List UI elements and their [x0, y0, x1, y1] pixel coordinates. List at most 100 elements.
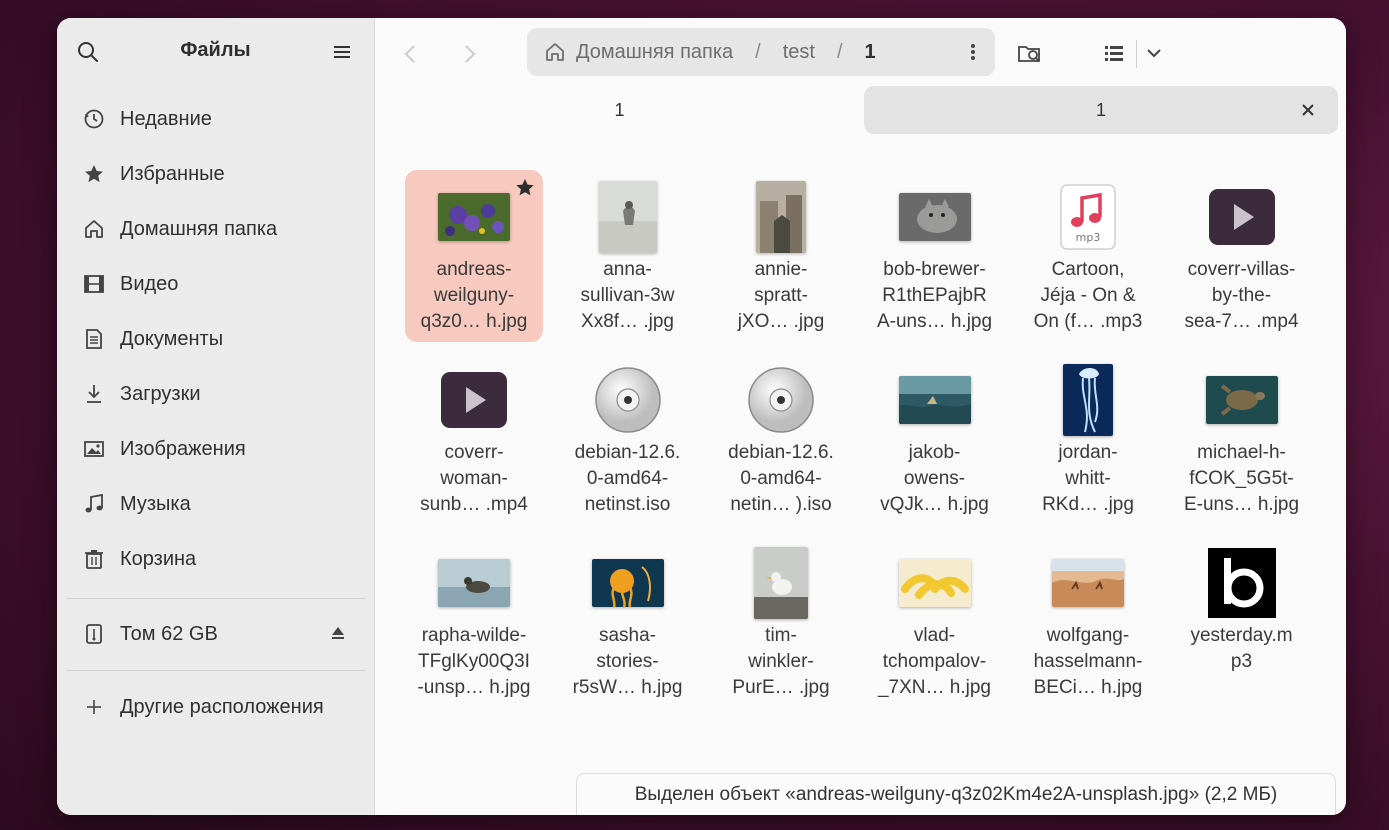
- path-bar[interactable]: Домашняя папка / test / 1: [527, 28, 995, 76]
- sidebar-divider: [67, 670, 365, 671]
- sidebar-item-label: Другие расположения: [120, 695, 324, 718]
- sidebar-item-label: Избранные: [120, 162, 225, 185]
- file-name: michael-h- fCOK_5G5t- E-uns… h.jpg: [1183, 442, 1300, 515]
- image-thumbnail: [866, 357, 1004, 443]
- tab-1[interactable]: 1: [375, 88, 864, 132]
- forward-arrow-icon[interactable]: [455, 40, 483, 68]
- usb-drive-icon: [81, 621, 107, 647]
- sidebar-item-recent[interactable]: Недавние: [81, 99, 361, 139]
- file-item[interactable]: coverr- woman- sunb… .mp4: [405, 353, 543, 525]
- back-arrow-icon[interactable]: [397, 40, 425, 68]
- sidebar-item-label: Документы: [120, 327, 224, 350]
- audio-file-icon: mp3: [1019, 174, 1157, 260]
- trash-icon: [81, 546, 107, 572]
- disc-image-icon: [712, 357, 850, 443]
- tab-label: 1: [1095, 99, 1106, 120]
- file-name: debian-12.6. 0-amd64- netin… ).iso: [728, 442, 834, 515]
- tab-1-active[interactable]: 1: [864, 86, 1338, 134]
- disc-image-icon: [559, 357, 697, 443]
- file-item[interactable]: wolfgang- hasselmann- BECi… h.jpg: [1019, 536, 1157, 708]
- eject-icon[interactable]: [329, 624, 347, 642]
- sidebar-item-label: Видео: [120, 272, 179, 295]
- more-options-icon[interactable]: [969, 40, 977, 64]
- sidebar-item-starred[interactable]: Избранные: [81, 154, 361, 194]
- chevron-down-icon: [1147, 49, 1161, 58]
- star-icon: [81, 161, 107, 187]
- sidebar-header: Файлы: [57, 18, 374, 86]
- file-item[interactable]: tim- winkler- PurE… .jpg: [712, 536, 850, 708]
- app-title: Файлы: [180, 39, 251, 61]
- sidebar-item-label: Изображения: [120, 437, 246, 460]
- image-thumbnail: [1173, 357, 1311, 443]
- video-file-icon: [405, 357, 543, 443]
- sidebar-item-label: Корзина: [120, 547, 197, 570]
- sidebar-item-music[interactable]: Музыка: [81, 484, 361, 524]
- file-name: jakob- owens- vQJk… h.jpg: [880, 442, 989, 515]
- file-name: vlad- tchompalov- _7XN… h.jpg: [877, 625, 991, 698]
- main-pane: Домашняя папка / test / 1 1 1 andreas- w…: [375, 18, 1346, 815]
- document-icon: [81, 326, 107, 352]
- file-item[interactable]: andreas- weilguny- q3z0… h.jpg: [405, 170, 543, 342]
- file-name: anna- sullivan-3w Xx8f… .jpg: [580, 259, 675, 332]
- file-item[interactable]: rapha-wilde- TFglKy00Q3I -unsp… h.jpg: [405, 536, 543, 708]
- breadcrumb-home[interactable]: Домашняя папка: [574, 41, 735, 64]
- file-item[interactable]: mp3 Cartoon, Jéja - On & On (f… .mp3: [1019, 170, 1157, 342]
- download-icon: [81, 381, 107, 407]
- sidebar-item-video[interactable]: Видео: [81, 264, 361, 304]
- sidebar-item-home[interactable]: Домашняя папка: [81, 209, 361, 249]
- file-item[interactable]: annie- spratt- jXO… .jpg: [712, 170, 850, 342]
- file-name: rapha-wilde- TFglKy00Q3I -unsp… h.jpg: [417, 625, 531, 698]
- close-tab-icon[interactable]: [1298, 100, 1318, 120]
- audio-file-icon: [1173, 540, 1311, 626]
- sidebar-item-label: Домашняя папка: [120, 217, 278, 240]
- video-icon: [81, 271, 107, 297]
- music-icon: [81, 491, 107, 517]
- file-name: tim- winkler- PurE… .jpg: [732, 625, 830, 698]
- view-options-button[interactable]: [1137, 36, 1171, 70]
- file-item[interactable]: coverr-villas- by-the- sea-7… .mp4: [1173, 170, 1311, 342]
- file-item[interactable]: vlad- tchompalov- _7XN… h.jpg: [866, 536, 1004, 708]
- image-thumbnail: [1019, 357, 1157, 443]
- breadcrumb-separator: /: [755, 40, 761, 63]
- image-thumbnail: [712, 540, 850, 626]
- image-thumbnail: [866, 540, 1004, 626]
- breadcrumb-current[interactable]: 1: [863, 41, 878, 64]
- files-window: Файлы Недавние Избранные Домашняя папка: [57, 18, 1346, 815]
- list-view-button[interactable]: [1097, 36, 1131, 70]
- file-name: wolfgang- hasselmann- BECi… h.jpg: [1033, 625, 1143, 698]
- file-name: coverr-villas- by-the- sea-7… .mp4: [1184, 259, 1299, 332]
- plus-icon: [81, 694, 107, 720]
- sidebar-item-volume[interactable]: Том 62 GB: [81, 614, 361, 654]
- sidebar: Файлы Недавние Избранные Домашняя папка: [57, 18, 375, 815]
- image-thumbnail: [866, 174, 1004, 260]
- home-icon: [81, 216, 107, 242]
- file-item[interactable]: jordan- whitt- RKd… .jpg: [1019, 353, 1157, 525]
- image-thumbnail: [712, 174, 850, 260]
- file-item[interactable]: yesterday.m p3: [1173, 536, 1311, 708]
- file-name: bob-brewer- R1thEPajbR A-uns… h.jpg: [876, 259, 993, 332]
- file-item[interactable]: jakob- owens- vQJk… h.jpg: [866, 353, 1004, 525]
- hamburger-menu-icon[interactable]: [332, 42, 352, 62]
- file-item[interactable]: debian-12.6. 0-amd64- netin… ).iso: [712, 353, 850, 525]
- sidebar-item-trash[interactable]: Корзина: [81, 539, 361, 579]
- sidebar-item-pictures[interactable]: Изображения: [81, 429, 361, 469]
- file-name: yesterday.m p3: [1190, 625, 1293, 672]
- starred-star-icon: [516, 179, 534, 196]
- breadcrumb-test[interactable]: test: [781, 41, 817, 64]
- list-view-icon: [1105, 46, 1123, 61]
- file-name: sasha- stories- r5sW… h.jpg: [572, 625, 683, 698]
- search-in-folder-button[interactable]: [1013, 36, 1047, 70]
- sidebar-item-documents[interactable]: Документы: [81, 319, 361, 359]
- file-item[interactable]: debian-12.6. 0-amd64- netinst.iso: [559, 353, 697, 525]
- sidebar-item-other-locations[interactable]: Другие расположения: [81, 687, 361, 727]
- svg-text:mp3: mp3: [1076, 231, 1101, 244]
- image-thumbnail: [559, 540, 697, 626]
- file-item[interactable]: bob-brewer- R1thEPajbR A-uns… h.jpg: [866, 170, 1004, 342]
- file-name: annie- spratt- jXO… .jpg: [737, 259, 825, 332]
- image-thumbnail: [1019, 540, 1157, 626]
- file-item[interactable]: sasha- stories- r5sW… h.jpg: [559, 536, 697, 708]
- file-item[interactable]: michael-h- fCOK_5G5t- E-uns… h.jpg: [1173, 353, 1311, 525]
- file-name: coverr- woman- sunb… .mp4: [420, 442, 528, 515]
- sidebar-item-downloads[interactable]: Загрузки: [81, 374, 361, 414]
- file-item[interactable]: anna- sullivan-3w Xx8f… .jpg: [559, 170, 697, 342]
